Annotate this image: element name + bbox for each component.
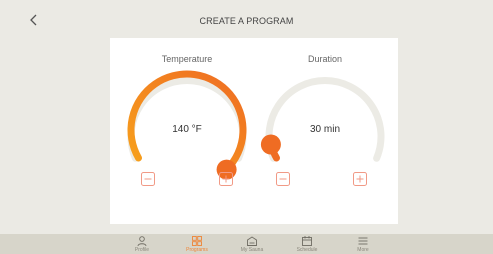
temperature-label: Temperature [161,54,213,64]
nav-label-schedule: Schedule [296,247,318,253]
nav-label-programs: Programs [186,247,208,253]
duration-decrease-button[interactable] [276,172,290,186]
duration-knob [260,134,281,155]
nav-item-programs[interactable]: Programs [167,234,227,254]
bottom-nav: Profile Programs My Sauna Schedule More [0,234,493,254]
calendar-icon [302,236,312,246]
grid-icon [192,236,202,246]
page-title: CREATE A PROGRAM [199,16,294,26]
duration-track [265,77,385,162]
header-bar: CREATE A PROGRAM [0,0,493,38]
nav-label-profile: Profile [134,247,150,253]
nav-item-more[interactable]: More [333,234,393,254]
menu-icon [358,237,368,245]
program-card: Temperature Duration 140 °F 30 min [110,38,398,224]
user-icon [137,236,147,247]
nav-item-schedule[interactable]: Schedule [277,234,337,254]
temperature-arc [127,70,247,174]
duration-value: 30 min [309,124,340,135]
nav-item-profile[interactable]: Profile [112,234,172,254]
duration-label: Duration [307,54,343,64]
nav-label-my-sauna: My Sauna [240,247,264,253]
nav-item-my-sauna[interactable]: My Sauna [222,234,282,254]
temperature-increase-button[interactable] [219,172,233,186]
sauna-icon [247,236,257,246]
temperature-value: 140 °F [172,124,202,135]
duration-increase-button[interactable] [353,172,367,186]
temperature-decrease-button[interactable] [141,172,155,186]
nav-label-more: More [357,247,369,253]
